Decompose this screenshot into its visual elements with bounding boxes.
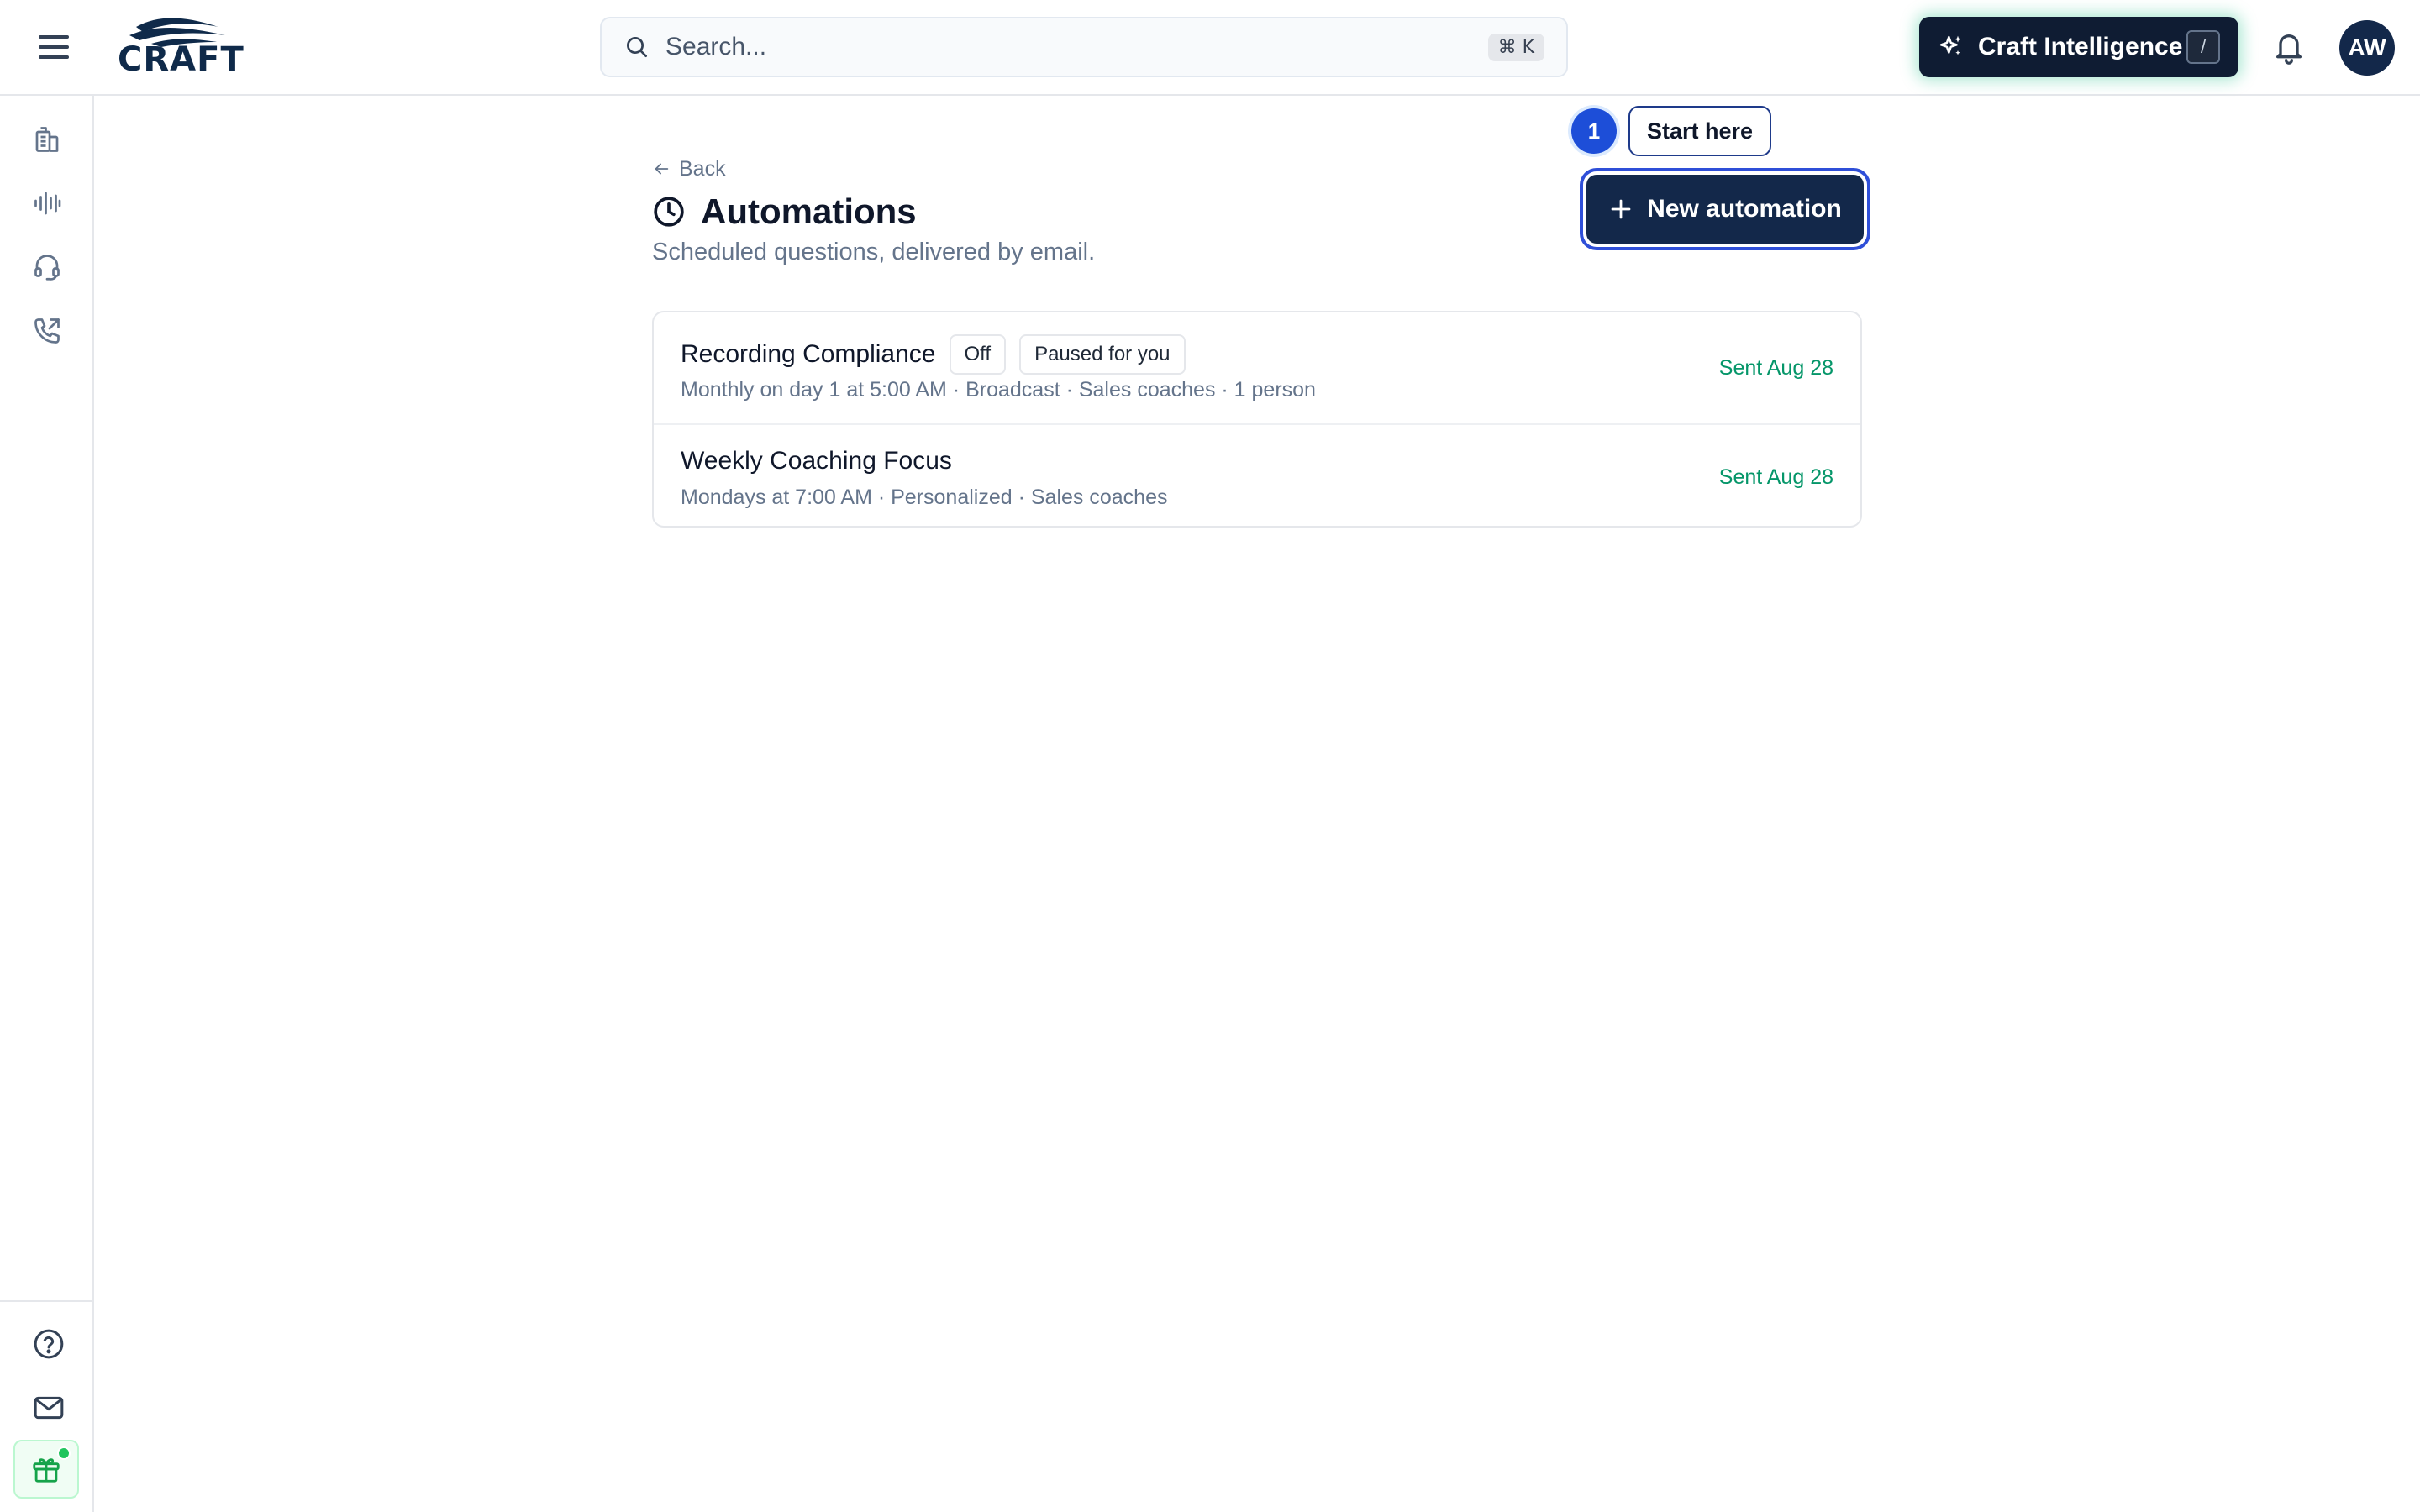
onboarding-step-badge: 1 bbox=[1571, 108, 1617, 154]
page-title: Automations bbox=[701, 192, 917, 231]
buildings-icon[interactable] bbox=[30, 123, 64, 156]
onboarding-hint: Start here bbox=[1628, 106, 1771, 156]
search-shortcut: ⌘ K bbox=[1487, 33, 1544, 61]
back-label: Back bbox=[679, 156, 726, 181]
new-automation-label: New automation bbox=[1647, 195, 1842, 223]
user-avatar[interactable]: AW bbox=[2339, 20, 2395, 76]
plus-icon bbox=[1611, 199, 1631, 219]
automation-last-sent: Sent Aug 28 bbox=[1718, 356, 1833, 380]
craft-intelligence-button[interactable]: Craft Intelligence / bbox=[1919, 17, 2238, 77]
automation-row-header: Recording Compliance Off Paused for you bbox=[681, 334, 1186, 375]
bell-icon[interactable] bbox=[2272, 29, 2306, 66]
sidebar bbox=[0, 96, 94, 1512]
page-subtitle: Scheduled questions, delivered by email. bbox=[652, 239, 1096, 265]
top-bar: CRAFT Search... ⌘ K Craft Intelligence /… bbox=[0, 0, 2420, 96]
automation-row[interactable]: Recording Compliance Off Paused for you … bbox=[654, 312, 1860, 425]
craft-intelligence-shortcut: / bbox=[2186, 30, 2220, 64]
clock-icon bbox=[654, 197, 684, 227]
mail-icon[interactable] bbox=[32, 1391, 66, 1425]
automation-schedule: Monthly on day 1 at 5:00 AM · Broadcast … bbox=[681, 378, 1316, 402]
arrow-left-icon bbox=[655, 163, 669, 175]
menu-icon[interactable] bbox=[37, 32, 71, 62]
logo-wordmark: CRAFT bbox=[118, 40, 245, 79]
page-header: Automations bbox=[652, 192, 917, 232]
automation-last-sent: Sent Aug 28 bbox=[1718, 465, 1833, 489]
search-placeholder: Search... bbox=[666, 33, 767, 60]
craft-intelligence-label: Craft Intelligence bbox=[1978, 33, 2183, 60]
status-tag-paused: Paused for you bbox=[1019, 334, 1186, 375]
automation-name: Weekly Coaching Focus bbox=[681, 447, 952, 475]
help-circle-icon[interactable] bbox=[32, 1327, 66, 1361]
back-link[interactable]: Back bbox=[652, 156, 726, 181]
notification-dot bbox=[57, 1446, 71, 1460]
status-tag-off: Off bbox=[949, 334, 1007, 375]
search-icon bbox=[627, 37, 647, 57]
automations-list: Recording Compliance Off Paused for you … bbox=[652, 311, 1862, 528]
automation-row-header: Weekly Coaching Focus bbox=[681, 447, 952, 475]
sidebar-divider bbox=[0, 1300, 92, 1302]
gift-button[interactable] bbox=[13, 1440, 79, 1499]
automation-schedule: Mondays at 7:00 AM · Personalized · Sale… bbox=[681, 486, 1168, 509]
audio-waveform-icon[interactable] bbox=[30, 186, 64, 220]
phone-outgoing-icon[interactable] bbox=[30, 314, 64, 348]
sparkles-icon bbox=[1939, 35, 1961, 55]
search-input[interactable]: Search... ⌘ K bbox=[600, 17, 1568, 77]
new-automation-button[interactable]: New automation bbox=[1586, 175, 1864, 244]
automation-row[interactable]: Weekly Coaching Focus Mondays at 7:00 AM… bbox=[654, 425, 1860, 526]
automation-name: Recording Compliance bbox=[681, 340, 936, 368]
headset-icon[interactable] bbox=[30, 250, 64, 284]
craft-logo[interactable]: CRAFT bbox=[118, 15, 245, 79]
gift-icon bbox=[33, 1458, 60, 1483]
